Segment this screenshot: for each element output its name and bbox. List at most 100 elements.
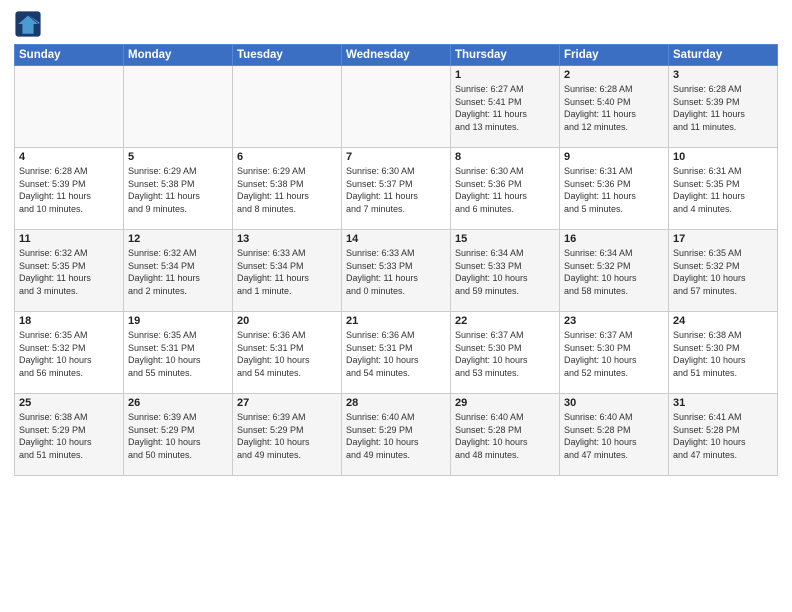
day-info: Sunrise: 6:37 AMSunset: 5:30 PMDaylight:… [455,329,555,379]
calendar-cell: 31Sunrise: 6:41 AMSunset: 5:28 PMDayligh… [669,394,778,476]
calendar-cell: 24 Sunrise: 6:38 AMSunset: 5:30 PMDayligh… [669,312,778,394]
week-row: 18Sunrise: 6:35 AMSunset: 5:32 PMDayligh… [15,312,778,394]
calendar-cell: 23 Sunrise: 6:37 AMSunset: 5:30 PMDayligh… [560,312,669,394]
day-number: 21 [346,315,446,327]
week-row: 1Sunrise: 6:27 AMSunset: 5:41 PMDaylight… [15,66,778,148]
calendar-cell: 7 Sunrise: 6:30 AMSunset: 5:37 PMDaylight… [342,148,451,230]
day-number: 11 [19,233,119,245]
day-info: Sunrise: 6:38 AMSunset: 5:30 PMDaylight:… [673,329,773,379]
day-info: Sunrise: 6:34 AMSunset: 5:33 PMDaylight:… [455,247,555,297]
day-info: Sunrise: 6:29 AMSunset: 5:38 PMDaylight:… [237,165,337,215]
calendar-cell [124,66,233,148]
calendar-cell: 16Sunrise: 6:34 AMSunset: 5:32 PMDayligh… [560,230,669,312]
calendar-header: SundayMondayTuesdayWednesdayThursdayFrid… [15,45,778,66]
week-row: 25 Sunrise: 6:38 AMSunset: 5:29 PMDayligh… [15,394,778,476]
day-number: 8 [455,151,555,163]
day-number: 24 [673,315,773,327]
calendar-cell: 13Sunrise: 6:33 AMSunset: 5:34 PMDayligh… [233,230,342,312]
day-info: Sunrise: 6:32 AMSunset: 5:34 PMDaylight:… [128,247,228,297]
day-number: 10 [673,151,773,163]
calendar-cell: 12 Sunrise: 6:32 AMSunset: 5:34 PMDayligh… [124,230,233,312]
weekday-header-sunday: Sunday [15,45,124,66]
day-number: 9 [564,151,664,163]
day-number: 2 [564,69,664,81]
day-number: 30 [564,397,664,409]
day-number: 15 [455,233,555,245]
weekday-header-tuesday: Tuesday [233,45,342,66]
weekday-header-saturday: Saturday [669,45,778,66]
calendar-cell: 17Sunrise: 6:35 AMSunset: 5:32 PMDayligh… [669,230,778,312]
day-number: 6 [237,151,337,163]
calendar-cell: 8 Sunrise: 6:30 AMSunset: 5:36 PMDaylight… [451,148,560,230]
day-number: 13 [237,233,337,245]
day-info: Sunrise: 6:31 AMSunset: 5:35 PMDaylight:… [673,165,773,215]
calendar-table: SundayMondayTuesdayWednesdayThursdayFrid… [14,44,778,476]
day-info: Sunrise: 6:32 AMSunset: 5:35 PMDaylight:… [19,247,119,297]
calendar-cell: 25 Sunrise: 6:38 AMSunset: 5:29 PMDayligh… [15,394,124,476]
calendar-cell: 27 Sunrise: 6:39 AMSunset: 5:29 PMDayligh… [233,394,342,476]
day-info: Sunrise: 6:29 AMSunset: 5:38 PMDaylight:… [128,165,228,215]
day-number: 18 [19,315,119,327]
day-info: Sunrise: 6:36 AMSunset: 5:31 PMDaylight:… [346,329,446,379]
day-number: 27 [237,397,337,409]
day-info: Sunrise: 6:40 AMSunset: 5:28 PMDaylight:… [564,411,664,461]
weekday-row: SundayMondayTuesdayWednesdayThursdayFrid… [15,45,778,66]
week-row: 11 Sunrise: 6:32 AMSunset: 5:35 PMDayligh… [15,230,778,312]
calendar-cell: 22 Sunrise: 6:37 AMSunset: 5:30 PMDayligh… [451,312,560,394]
calendar-cell: 18Sunrise: 6:35 AMSunset: 5:32 PMDayligh… [15,312,124,394]
day-number: 20 [237,315,337,327]
calendar-cell: 3 Sunrise: 6:28 AMSunset: 5:39 PMDaylight… [669,66,778,148]
day-info: Sunrise: 6:33 AMSunset: 5:33 PMDaylight:… [346,247,446,297]
weekday-header-friday: Friday [560,45,669,66]
calendar-body: 1Sunrise: 6:27 AMSunset: 5:41 PMDaylight… [15,66,778,476]
calendar-cell: 11 Sunrise: 6:32 AMSunset: 5:35 PMDayligh… [15,230,124,312]
day-info: Sunrise: 6:31 AMSunset: 5:36 PMDaylight:… [564,165,664,215]
day-info: Sunrise: 6:40 AMSunset: 5:29 PMDaylight:… [346,411,446,461]
calendar-cell: 6 Sunrise: 6:29 AMSunset: 5:38 PMDaylight… [233,148,342,230]
day-number: 29 [455,397,555,409]
day-number: 4 [19,151,119,163]
day-number: 12 [128,233,228,245]
day-number: 7 [346,151,446,163]
weekday-header-wednesday: Wednesday [342,45,451,66]
day-info: Sunrise: 6:41 AMSunset: 5:28 PMDaylight:… [673,411,773,461]
calendar-cell [342,66,451,148]
day-number: 26 [128,397,228,409]
day-info: Sunrise: 6:35 AMSunset: 5:32 PMDaylight:… [673,247,773,297]
calendar-cell [15,66,124,148]
day-info: Sunrise: 6:40 AMSunset: 5:28 PMDaylight:… [455,411,555,461]
calendar-cell [233,66,342,148]
day-info: Sunrise: 6:38 AMSunset: 5:29 PMDaylight:… [19,411,119,461]
calendar-cell: 29 Sunrise: 6:40 AMSunset: 5:28 PMDayligh… [451,394,560,476]
day-info: Sunrise: 6:28 AMSunset: 5:40 PMDaylight:… [564,83,664,133]
day-info: Sunrise: 6:39 AMSunset: 5:29 PMDaylight:… [128,411,228,461]
day-info: Sunrise: 6:28 AMSunset: 5:39 PMDaylight:… [673,83,773,133]
day-number: 22 [455,315,555,327]
day-number: 25 [19,397,119,409]
day-number: 28 [346,397,446,409]
logo-icon [14,10,42,38]
day-info: Sunrise: 6:30 AMSunset: 5:36 PMDaylight:… [455,165,555,215]
calendar-cell: 14 Sunrise: 6:33 AMSunset: 5:33 PMDayligh… [342,230,451,312]
day-number: 3 [673,69,773,81]
weekday-header-monday: Monday [124,45,233,66]
day-info: Sunrise: 6:35 AMSunset: 5:31 PMDaylight:… [128,329,228,379]
calendar-cell: 26 Sunrise: 6:39 AMSunset: 5:29 PMDayligh… [124,394,233,476]
day-info: Sunrise: 6:37 AMSunset: 5:30 PMDaylight:… [564,329,664,379]
calendar-cell: 9 Sunrise: 6:31 AMSunset: 5:36 PMDaylight… [560,148,669,230]
calendar-cell: 21 Sunrise: 6:36 AMSunset: 5:31 PMDayligh… [342,312,451,394]
week-row: 4 Sunrise: 6:28 AMSunset: 5:39 PMDaylight… [15,148,778,230]
day-info: Sunrise: 6:30 AMSunset: 5:37 PMDaylight:… [346,165,446,215]
day-info: Sunrise: 6:39 AMSunset: 5:29 PMDaylight:… [237,411,337,461]
day-info: Sunrise: 6:27 AMSunset: 5:41 PMDaylight:… [455,83,555,133]
day-info: Sunrise: 6:34 AMSunset: 5:32 PMDaylight:… [564,247,664,297]
logo [14,10,46,38]
calendar-page: SundayMondayTuesdayWednesdayThursdayFrid… [0,0,792,612]
day-number: 14 [346,233,446,245]
calendar-cell: 10 Sunrise: 6:31 AMSunset: 5:35 PMDayligh… [669,148,778,230]
header [14,10,778,38]
day-info: Sunrise: 6:28 AMSunset: 5:39 PMDaylight:… [19,165,119,215]
day-number: 19 [128,315,228,327]
calendar-cell: 1Sunrise: 6:27 AMSunset: 5:41 PMDaylight… [451,66,560,148]
day-number: 23 [564,315,664,327]
